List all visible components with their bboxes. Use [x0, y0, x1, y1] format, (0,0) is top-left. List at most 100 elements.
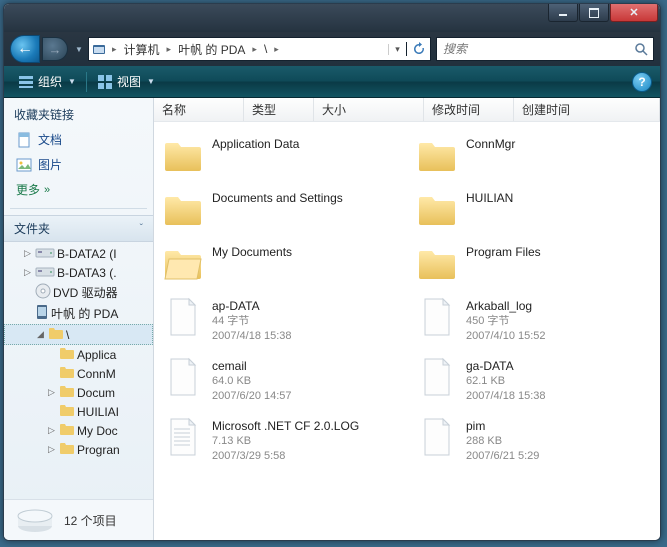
tree-icon	[59, 422, 75, 439]
folder-tree: ▷B-DATA2 (I▷B-DATA3 (.DVD 驱动器叶帆 的 PDA◢\A…	[4, 242, 153, 499]
chevron-icon: ▸	[249, 44, 260, 55]
tree-icon	[48, 326, 64, 343]
tree-label: Docum	[77, 386, 115, 400]
tree-icon	[35, 283, 51, 302]
link-label: 文档	[38, 131, 62, 148]
organize-label: 组织	[38, 73, 62, 90]
expand-icon[interactable]: ▷	[46, 425, 57, 436]
help-button[interactable]: ?	[632, 72, 652, 92]
expand-icon[interactable]: ▷	[46, 444, 57, 455]
tree-icon	[59, 346, 75, 363]
address-dropdown[interactable]: ▾	[388, 44, 406, 55]
separator	[86, 72, 87, 92]
item-size: 450 字节	[466, 314, 546, 329]
tree-item[interactable]: 叶帆 的 PDA	[4, 303, 153, 324]
tree-item[interactable]: ▷Progran	[4, 440, 153, 459]
item-date: 2007/4/10 15:52	[466, 329, 546, 344]
file-item[interactable]: Arkaball_log450 字节2007/4/10 15:52	[412, 292, 656, 348]
back-button[interactable]: ←	[10, 35, 40, 63]
expand-icon[interactable]: ◢	[35, 329, 46, 340]
file-icon	[162, 416, 204, 458]
maximize-button[interactable]	[579, 4, 609, 22]
col-modified[interactable]: 修改时间	[424, 98, 514, 121]
nav-bar: ← → ▼ ▸ 计算机 ▸ 叶帆 的 PDA ▸ \ ▸ ▾	[4, 32, 660, 66]
favorite-link[interactable]: 文档	[4, 127, 153, 152]
tree-item[interactable]: ConnM	[4, 364, 153, 383]
tree-icon	[35, 304, 49, 323]
file-item[interactable]: Documents and Settings	[158, 184, 402, 234]
tree-item[interactable]: ▷ B-DATA3 (.	[4, 263, 153, 282]
folders-header[interactable]: 文件夹 ˇ	[4, 215, 153, 242]
col-size[interactable]: 大小	[314, 98, 424, 121]
nav-history-dropdown[interactable]: ▼	[72, 45, 86, 54]
refresh-button[interactable]	[406, 42, 430, 56]
tree-label: My Doc	[77, 424, 118, 438]
views-label: 视图	[117, 73, 141, 90]
file-item[interactable]: cemail64.0 KB2007/6/20 14:57	[158, 352, 402, 408]
status-bar: 12 个项目	[4, 499, 153, 540]
item-name: Microsoft .NET CF 2.0.LOG	[212, 418, 359, 434]
item-date: 2007/3/29 5:58	[212, 449, 359, 464]
items-area[interactable]: Application Data ConnMgrDocuments and Set…	[154, 122, 660, 540]
file-item[interactable]: My Documents	[158, 238, 402, 288]
tree-item[interactable]: ▷ My Doc	[4, 421, 153, 440]
tree-item[interactable]: Applica	[4, 345, 153, 364]
body-area: 收藏夹链接 文档图片 更多 » 文件夹 ˇ ▷B-DATA2 (I▷B-DATA…	[4, 98, 660, 540]
folder-icon	[416, 134, 458, 176]
dropdown-arrow-icon: ▼	[147, 77, 155, 86]
views-button[interactable]: 视图 ▼	[91, 71, 161, 92]
organize-button[interactable]: 组织 ▼	[12, 71, 82, 92]
breadcrumb-segment[interactable]: 计算机	[120, 41, 164, 58]
tree-icon	[59, 365, 75, 382]
file-item[interactable]: pim288 KB2007/6/21 5:29	[412, 412, 656, 468]
expand-icon[interactable]: ▷	[22, 248, 33, 259]
file-item[interactable]: ap-DATA44 字节2007/4/18 15:38	[158, 292, 402, 348]
tree-icon	[59, 403, 75, 420]
search-icon[interactable]	[629, 42, 653, 56]
forward-button[interactable]: →	[42, 37, 68, 61]
item-name: Arkaball_log	[466, 298, 546, 314]
col-name[interactable]: 名称	[154, 98, 244, 121]
tree-label: HUILIAI	[77, 405, 119, 419]
item-name: ap-DATA	[212, 298, 292, 314]
item-date: 2007/4/18 15:38	[212, 329, 292, 344]
expand-icon[interactable]: ▷	[46, 387, 57, 398]
titlebar[interactable]	[4, 4, 660, 32]
more-links[interactable]: 更多 »	[4, 177, 153, 202]
chevron-icon: ▸	[271, 44, 282, 55]
search-bar[interactable]	[436, 37, 654, 61]
file-item[interactable]: Microsoft .NET CF 2.0.LOG7.13 KB2007/3/2…	[158, 412, 402, 468]
expand-icon[interactable]: ▷	[22, 267, 33, 278]
column-headers: 名称 类型 大小 修改时间 创建时间	[154, 98, 660, 122]
address-bar[interactable]: ▸ 计算机 ▸ 叶帆 的 PDA ▸ \ ▸ ▾	[88, 37, 431, 61]
tree-item[interactable]: DVD 驱动器	[4, 282, 153, 303]
tree-icon	[59, 384, 75, 401]
sidebar: 收藏夹链接 文档图片 更多 » 文件夹 ˇ ▷B-DATA2 (I▷B-DATA…	[4, 98, 154, 540]
file-item[interactable]: ga-DATA62.1 KB2007/4/18 15:38	[412, 352, 656, 408]
tree-item[interactable]: ▷ Docum	[4, 383, 153, 402]
tree-item[interactable]: ◢\	[4, 324, 153, 345]
tree-item[interactable]: ▷B-DATA2 (I	[4, 244, 153, 263]
file-icon	[416, 296, 458, 338]
item-count: 12 个项目	[64, 512, 117, 529]
col-created[interactable]: 创建时间	[514, 98, 660, 121]
chevron-right-icon: »	[44, 184, 50, 196]
minimize-button[interactable]	[548, 4, 578, 22]
tree-label: ConnM	[77, 367, 116, 381]
breadcrumb-segment[interactable]: \	[260, 42, 271, 56]
search-input[interactable]	[437, 42, 629, 56]
item-size: 62.1 KB	[466, 374, 546, 389]
breadcrumb-segment[interactable]: 叶帆 的 PDA	[174, 41, 249, 58]
close-button[interactable]	[610, 4, 658, 22]
tree-icon	[35, 245, 55, 262]
favorite-link[interactable]: 图片	[4, 152, 153, 177]
tree-label: B-DATA3 (.	[57, 266, 117, 280]
item-name: Application Data	[212, 136, 299, 152]
col-type[interactable]: 类型	[244, 98, 314, 121]
tree-item[interactable]: HUILIAI	[4, 402, 153, 421]
file-item[interactable]: Program Files	[412, 238, 656, 288]
content-pane: 名称 类型 大小 修改时间 创建时间 Application Data ConnM…	[154, 98, 660, 540]
file-item[interactable]: Application Data	[158, 130, 402, 180]
file-item[interactable]: ConnMgr	[412, 130, 656, 180]
file-item[interactable]: HUILIAN	[412, 184, 656, 234]
